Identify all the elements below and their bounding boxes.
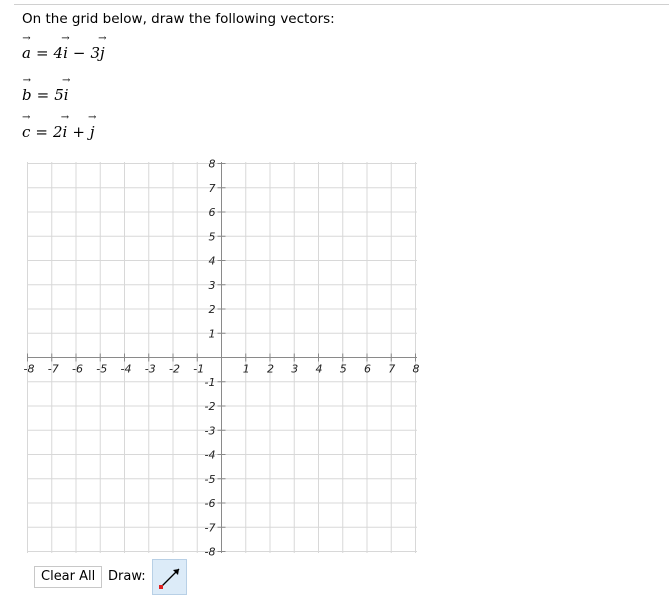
y-tick-label: 7	[209, 182, 216, 195]
line-segment-tool-button[interactable]	[152, 559, 187, 595]
clear-all-button[interactable]: Clear All	[34, 566, 103, 588]
x-tick-label: -2	[169, 363, 180, 376]
y-tick-label: -5	[205, 473, 216, 486]
x-tick-label: -6	[72, 363, 83, 376]
x-tick-label: 3	[291, 363, 298, 376]
x-tick-label: -8	[24, 363, 35, 376]
y-tick-label: -4	[205, 449, 216, 462]
x-tick-label: -5	[96, 363, 107, 376]
y-tick-label: -8	[205, 546, 216, 559]
x-tick-label: -1	[193, 363, 204, 376]
y-tick-label: -1	[205, 376, 216, 389]
x-tick-label: 7	[388, 363, 395, 376]
x-tick-label: 6	[364, 363, 371, 376]
x-tick-label: -3	[145, 363, 156, 376]
x-tick-label: 8	[413, 363, 420, 376]
y-tick-label: -3	[205, 424, 216, 437]
y-tick-label: 6	[209, 206, 216, 219]
y-tick-label: -2	[205, 400, 216, 413]
x-tick-label: 5	[340, 363, 347, 376]
line-segment-icon	[159, 568, 180, 589]
coordinate-grid[interactable]: -8 -7 -6 -5 -4 -3 -2 -1 1 2 3 4 5 6 7 8 8 7 6 5 4 3 2 1 -1 -2 -3 -4…	[0, 0, 669, 560]
y-tick-label: 8	[209, 158, 216, 171]
y-tick-label: 4	[209, 255, 216, 268]
x-tick-label: 1	[243, 363, 250, 376]
y-tick-label: 1	[209, 327, 216, 340]
x-tick-label: 2	[267, 363, 274, 376]
draw-label: Draw:	[108, 569, 146, 584]
x-tick-label: 4	[316, 363, 323, 376]
y-tick-label: -7	[205, 521, 216, 534]
x-tick-label: -4	[121, 363, 132, 376]
y-tick-label: -6	[205, 497, 216, 510]
x-tick-label: -7	[48, 363, 59, 376]
y-tick-label: 5	[209, 230, 216, 243]
y-tick-label: 3	[209, 279, 216, 292]
y-tick-label: 2	[209, 303, 216, 316]
